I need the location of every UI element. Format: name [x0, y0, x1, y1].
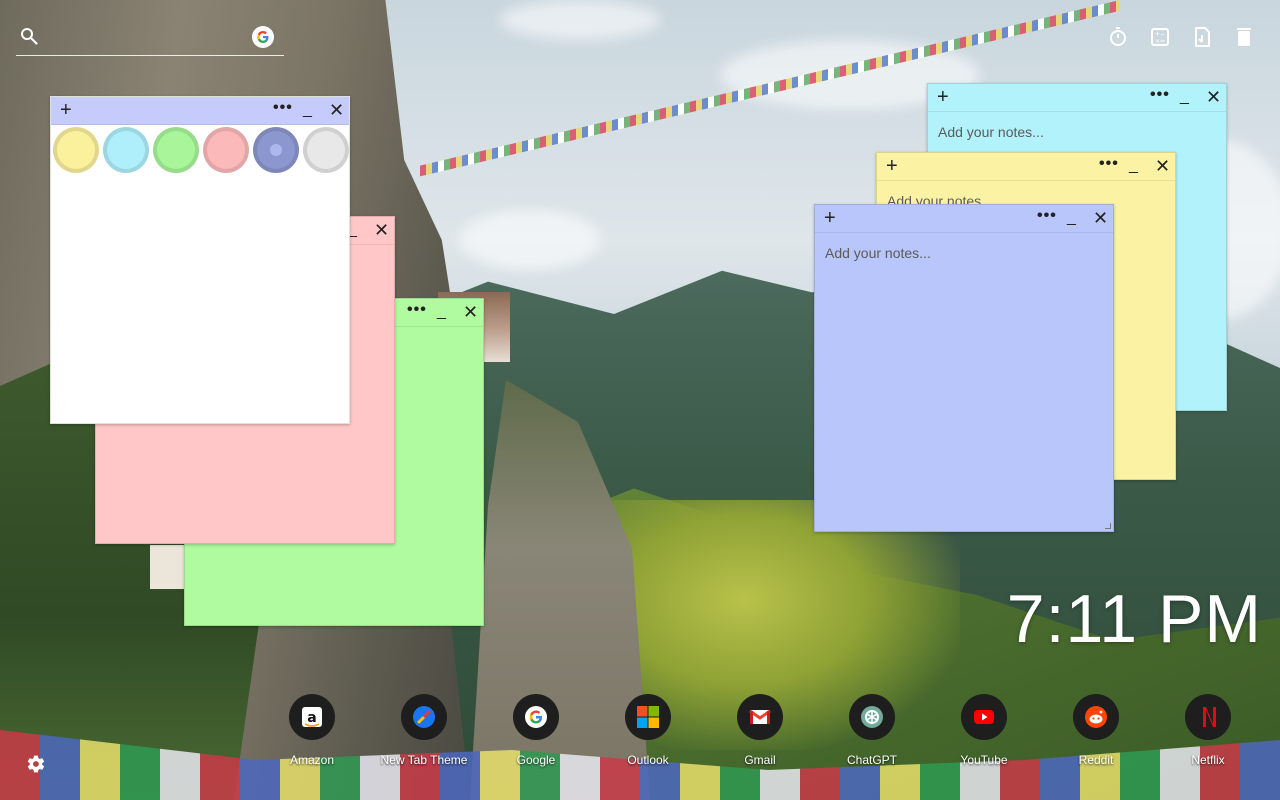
shortcut-gmail[interactable]: Gmail	[710, 694, 810, 767]
add-note-icon[interactable]: +	[60, 99, 72, 121]
note-titlebar[interactable]: + ••• _ ✕	[877, 153, 1175, 181]
minimize-icon[interactable]: _	[1067, 209, 1076, 227]
note-titlebar[interactable]: + ••• _ ✕	[51, 97, 349, 125]
calculator-icon[interactable]: +− ×=	[1150, 26, 1170, 48]
shortcut-netflix[interactable]: Netflix	[1158, 694, 1258, 767]
resize-handle[interactable]	[1105, 523, 1111, 529]
sticky-note-blue[interactable]: + ••• _ ✕ Add your notes...	[814, 204, 1114, 532]
settings-gear-icon[interactable]	[26, 754, 46, 774]
search-icon[interactable]	[20, 27, 38, 45]
shortcut-amazon[interactable]: a Amazon	[262, 694, 362, 767]
search-bar[interactable]	[16, 22, 284, 56]
shortcut-chatgpt[interactable]: ChatGPT	[822, 694, 922, 767]
minimize-icon[interactable]: _	[303, 101, 312, 119]
shortcut-label: Google	[516, 753, 556, 767]
outlook-icon[interactable]	[625, 694, 671, 740]
more-options-icon[interactable]: •••	[1037, 207, 1057, 225]
more-options-icon[interactable]: •••	[273, 99, 293, 117]
shortcut-label: Amazon	[289, 753, 335, 767]
color-swatch-green[interactable]	[153, 127, 199, 173]
note-textarea[interactable]: Add your notes...	[825, 245, 931, 261]
color-swatch-cyan[interactable]	[103, 127, 149, 173]
more-options-icon[interactable]: •••	[407, 301, 427, 319]
shortcut-label: YouTube	[960, 753, 1008, 767]
top-right-tools: +− ×=	[1108, 26, 1254, 48]
close-icon[interactable]: ✕	[1155, 156, 1170, 177]
google-search-icon[interactable]	[252, 26, 274, 48]
more-options-icon[interactable]: •••	[1099, 155, 1119, 173]
color-swatch-yellow[interactable]	[53, 127, 99, 173]
shortcut-youtube[interactable]: YouTube	[934, 694, 1034, 767]
trash-icon[interactable]	[1234, 26, 1254, 48]
minimize-icon[interactable]: _	[1129, 157, 1138, 175]
close-icon[interactable]: ✕	[374, 220, 389, 241]
note-textarea[interactable]: Add your notes...	[938, 124, 1044, 140]
netflix-icon[interactable]	[1185, 694, 1231, 740]
shortcut-google[interactable]: Google	[486, 694, 586, 767]
close-icon[interactable]: ✕	[1093, 208, 1108, 229]
note-titlebar[interactable]: + ••• _ ✕	[815, 205, 1113, 233]
chatgpt-icon[interactable]	[849, 694, 895, 740]
gmail-icon[interactable]	[737, 694, 783, 740]
svg-text:+−: +−	[1155, 31, 1165, 38]
amazon-icon[interactable]: a	[289, 694, 335, 740]
shortcut-label: Reddit	[1078, 753, 1114, 767]
color-swatch-pink[interactable]	[203, 127, 249, 173]
sticky-note-white[interactable]: + ••• _ ✕	[50, 96, 350, 424]
shortcut-label: New Tab Theme	[380, 753, 468, 767]
svg-text:×=: ×=	[1155, 38, 1165, 45]
shortcut-label: ChatGPT	[846, 753, 897, 767]
reddit-icon[interactable]	[1073, 694, 1119, 740]
timer-icon[interactable]	[1108, 26, 1128, 48]
minimize-icon[interactable]: _	[1180, 88, 1189, 106]
more-options-icon[interactable]: •••	[1150, 86, 1170, 104]
add-note-icon[interactable]: +	[824, 207, 836, 229]
svg-text:a: a	[307, 710, 316, 726]
note-titlebar[interactable]: + ••• _ ✕	[928, 84, 1226, 112]
clock: 7:11 PM	[1006, 581, 1262, 657]
close-icon[interactable]: ✕	[1206, 87, 1221, 108]
notes-icon[interactable]	[1192, 26, 1212, 48]
add-note-icon[interactable]: +	[937, 86, 949, 108]
color-swatch-gray[interactable]	[303, 127, 349, 173]
shortcut-new-tab-theme[interactable]: New Tab Theme	[374, 694, 474, 767]
shortcut-dock: a Amazon New Tab Theme Google Outlook Gmail Ch…	[262, 694, 1262, 774]
close-icon[interactable]: ✕	[329, 100, 344, 121]
shortcut-label: Outlook	[627, 753, 669, 767]
google-icon[interactable]	[513, 694, 559, 740]
add-note-icon[interactable]: +	[886, 155, 898, 177]
close-icon[interactable]: ✕	[463, 302, 478, 323]
shortcut-outlook[interactable]: Outlook	[598, 694, 698, 767]
youtube-icon[interactable]	[961, 694, 1007, 740]
minimize-icon[interactable]: _	[437, 303, 446, 321]
shortcut-label: Netflix	[1191, 753, 1225, 767]
shortcut-reddit[interactable]: Reddit	[1046, 694, 1146, 767]
color-swatch-blue[interactable]	[253, 127, 299, 173]
shortcut-label: Gmail	[744, 753, 776, 767]
color-picker	[51, 125, 351, 175]
new-tab-theme-icon[interactable]	[401, 694, 447, 740]
